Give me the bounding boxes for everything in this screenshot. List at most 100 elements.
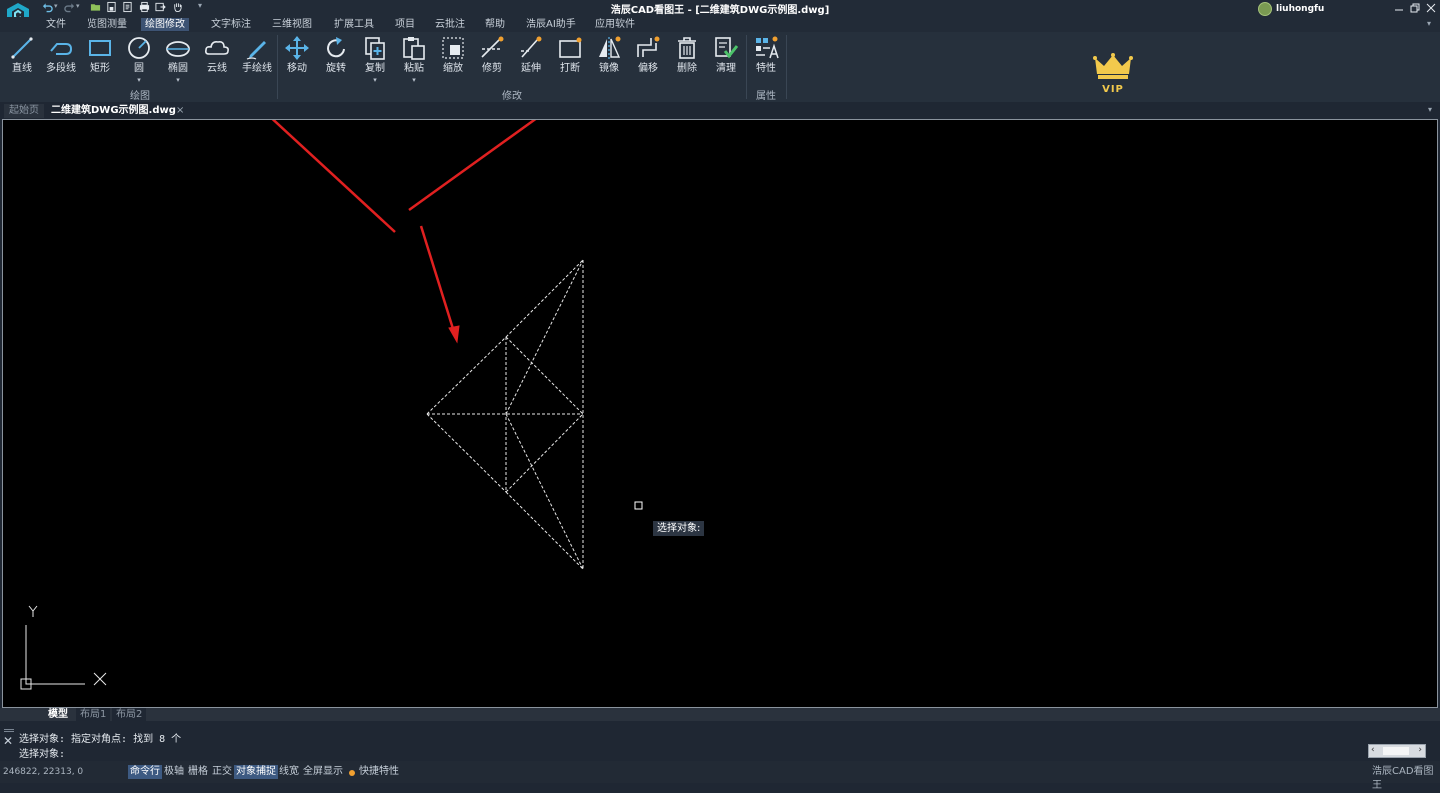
toggle-lineweight[interactable]: 线宽 xyxy=(277,765,301,779)
tool-move-button[interactable]: 移动 xyxy=(279,35,315,79)
annotation-arrow xyxy=(419,225,456,333)
brand-label: 浩辰CAD看图王 xyxy=(1372,766,1434,791)
trash-icon xyxy=(678,37,696,59)
ucs-icon xyxy=(20,605,107,690)
copy-icon xyxy=(365,37,385,60)
menu-view-measure[interactable]: 览图测量 xyxy=(83,18,131,31)
drawing-geometry[interactable] xyxy=(426,259,584,570)
pick-box-cursor xyxy=(634,501,643,510)
group-divider xyxy=(746,35,747,99)
ellipse-dropdown-icon[interactable]: ▾ xyxy=(160,77,196,84)
quick-props-dot-icon xyxy=(349,770,355,776)
menu-apps[interactable]: 应用软件 xyxy=(591,18,639,31)
cad-line[interactable] xyxy=(505,259,584,338)
paste-dropdown-icon[interactable]: ▾ xyxy=(396,77,432,84)
cad-line[interactable] xyxy=(505,413,584,570)
vip-badge[interactable]: VIP xyxy=(1092,52,1134,95)
command-scrollbar[interactable]: ‹ › xyxy=(1368,744,1426,758)
tool-freehand-button[interactable]: 手绘线 xyxy=(238,35,276,79)
tool-rotate-button[interactable]: 旋转 xyxy=(318,35,354,79)
ribbon-collapse-icon[interactable]: ▾ xyxy=(1427,19,1431,28)
toggle-ortho[interactable]: 正交 xyxy=(210,765,234,779)
cad-line[interactable] xyxy=(505,413,584,493)
ellipse-icon xyxy=(166,41,190,57)
tab-home[interactable]: 起始页 xyxy=(4,104,44,118)
tool-polyline-button[interactable]: 多段线 xyxy=(43,35,79,79)
pencil-icon xyxy=(246,41,266,60)
tool-rectangle-button[interactable]: 矩形 xyxy=(82,35,118,79)
tabs-dropdown-icon[interactable]: ▾ xyxy=(1428,105,1432,114)
tool-delete-button[interactable]: 删除 xyxy=(669,35,705,79)
toggle-polar[interactable]: 极轴 xyxy=(162,765,186,779)
minimize-icon[interactable] xyxy=(1393,2,1405,14)
toggle-object-snap[interactable]: 对象捕捉 xyxy=(234,765,278,779)
toggle-fullscreen[interactable]: 全屏显示 xyxy=(301,765,345,779)
tool-ellipse-button[interactable]: 椭圆 ▾ xyxy=(160,35,196,84)
move-icon xyxy=(285,36,309,60)
tool-extend-button[interactable]: 延伸 xyxy=(513,35,549,79)
polyline-icon xyxy=(50,43,73,55)
restore-icon[interactable] xyxy=(1409,2,1421,14)
cad-line[interactable] xyxy=(505,491,584,570)
extend-icon xyxy=(521,36,542,58)
group-divider xyxy=(277,35,278,99)
toggle-quick-properties[interactable]: 快捷特性 xyxy=(357,765,401,779)
scroll-left-icon[interactable]: ‹ xyxy=(1371,745,1375,755)
menu-draw-modify[interactable]: 绘图修改 xyxy=(141,18,189,31)
menu-extensions[interactable]: 扩展工具 xyxy=(330,18,378,31)
menu-text-dimension[interactable]: 文字标注 xyxy=(207,18,255,31)
tool-line-button[interactable]: 直线 xyxy=(4,35,40,79)
tool-trim-button[interactable]: 修剪 xyxy=(474,35,510,79)
close-icon[interactable] xyxy=(1425,2,1437,14)
tab-layout1[interactable]: 布局1 xyxy=(76,708,111,721)
menu-help[interactable]: 帮助 xyxy=(481,18,509,31)
scroll-right-icon[interactable]: › xyxy=(1418,745,1422,755)
menu-3d-view[interactable]: 三维视图 xyxy=(268,18,316,31)
offset-icon xyxy=(637,36,660,57)
copy-dropdown-icon[interactable]: ▾ xyxy=(357,77,393,84)
annotation-arrow xyxy=(271,120,396,233)
menu-file[interactable]: 文件 xyxy=(42,18,70,31)
menu-project[interactable]: 项目 xyxy=(391,18,419,31)
menu-cloud-annotation[interactable]: 云批注 xyxy=(431,18,469,31)
menu-bar: 文件 览图测量 绘图修改 文字标注 三维视图 扩展工具 项目 云批注 帮助 浩辰… xyxy=(0,17,1440,32)
vip-label: VIP xyxy=(1102,84,1124,95)
tool-purge-button[interactable]: 清理 xyxy=(708,35,744,79)
drawing-canvas[interactable]: 选择对象: xyxy=(2,119,1438,708)
circle-dropdown-icon[interactable]: ▾ xyxy=(121,77,157,84)
tool-cloud-button[interactable]: 云线 xyxy=(199,35,235,79)
crown-icon xyxy=(1093,53,1133,79)
cloud-icon xyxy=(205,41,229,55)
tab-layout2[interactable]: 布局2 xyxy=(112,708,147,721)
tab-close-icon[interactable]: × xyxy=(171,104,189,118)
trim-icon xyxy=(481,36,504,58)
command-close-icon[interactable]: ✕ xyxy=(3,734,13,748)
menu-ai-assistant[interactable]: 浩辰AI助手 xyxy=(522,18,580,31)
tool-circle-button[interactable]: 圆 ▾ xyxy=(121,35,157,84)
tool-mirror-button[interactable]: 镜像 xyxy=(591,35,627,79)
cad-line[interactable] xyxy=(426,336,507,415)
tool-properties-button[interactable]: 特性 xyxy=(748,35,784,79)
tab-model[interactable]: 模型 xyxy=(44,708,72,721)
user-account[interactable]: liuhongfu xyxy=(1258,1,1324,16)
toggle-grid[interactable]: 栅格 xyxy=(186,765,210,779)
break-icon xyxy=(559,37,582,58)
toggle-command-line[interactable]: 命令行 xyxy=(128,765,162,779)
cad-line[interactable] xyxy=(505,259,584,415)
tab-active-drawing[interactable]: 二维建筑DWG示例图.dwg xyxy=(46,104,181,118)
command-tooltip: 选择对象: xyxy=(653,521,705,536)
tool-offset-button[interactable]: 偏移 xyxy=(630,35,666,79)
purge-icon xyxy=(715,37,739,59)
cad-line[interactable] xyxy=(426,413,507,493)
tool-paste-button[interactable]: 粘贴 ▾ xyxy=(396,35,432,84)
scroll-thumb[interactable] xyxy=(1383,747,1409,755)
tool-copy-button[interactable]: 复制 ▾ xyxy=(357,35,393,84)
cad-line[interactable] xyxy=(505,336,584,415)
command-history: 选择对象: 指定对角点: 找到 8 个 xyxy=(19,734,182,745)
tool-break-button[interactable]: 打断 xyxy=(552,35,588,79)
scale-icon xyxy=(442,37,464,59)
command-grip-icon[interactable] xyxy=(4,729,14,732)
tool-scale-button[interactable]: 缩放 xyxy=(435,35,471,79)
avatar[interactable] xyxy=(1258,1,1272,16)
canvas-svg[interactable] xyxy=(3,120,1437,707)
